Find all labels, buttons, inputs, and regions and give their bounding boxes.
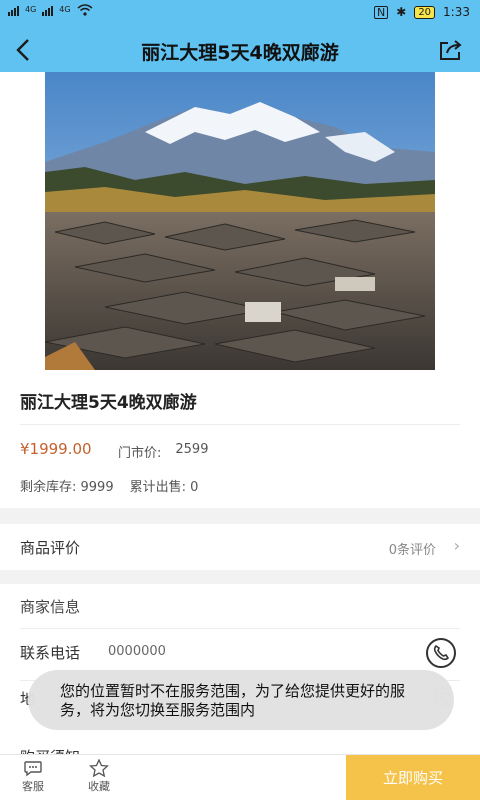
customer-service-label: 客服 [22,780,44,793]
signal-icon [8,4,19,16]
share-icon[interactable] [438,38,464,62]
phone-label: 联系电话 [20,644,81,662]
clock: 1:33 [443,5,470,19]
wifi-icon [77,4,93,16]
star-icon [89,759,109,777]
phone-value: 0000000 [108,644,166,659]
product-info-card: 丽江大理5天4晚双廊游 ¥1999.00 门市价: 2599 剩余库存: 999… [0,370,480,508]
network-type-2: 4G [59,5,71,14]
product-price: ¥1999.00 [20,440,92,458]
product-image [45,72,435,370]
network-type-1: 4G [25,5,37,14]
market-price-label: 门市价: [118,446,162,461]
market-price: 门市价: 2599 [118,442,208,461]
stock-remaining: 剩余库存: 9999 [20,480,114,495]
bottom-bar: 客服 收藏 立即购买 [0,754,480,800]
stock-info: 剩余库存: 9999 累计出售: 0 [20,476,198,495]
customer-service-button[interactable]: 客服 [10,759,56,794]
battery-icon: 20 [414,5,436,19]
chevron-right-icon: › [453,536,460,555]
total-sold: 累计出售: 0 [129,480,199,495]
bluetooth-icon: ✱ [396,5,407,19]
merchant-title: 商家信息 [20,598,81,616]
reviews-count: 0条评价 [388,543,436,558]
location-toast: 您的位置暂时不在服务范围，为了给您提供更好的服务，将为您切换至服务范围内 [28,670,454,730]
signal-icon-2 [42,4,54,16]
favorite-label: 收藏 [88,780,110,793]
divider [20,628,460,629]
market-price-value: 2599 [175,442,209,457]
page-title: 丽江大理5天4晚双廊游 [141,42,339,64]
status-bar: 4G 4G N ✱ 20 1:33 [0,0,480,28]
landscape-illustration [45,72,435,370]
buy-now-button[interactable]: 立即购买 [346,755,480,800]
reviews-label: 商品评价 [20,539,81,557]
nfc-icon: N [374,5,389,19]
hero-section [0,72,480,370]
app-header: 丽江大理5天4晚双廊游 [0,28,480,72]
product-name: 丽江大理5天4晚双廊游 [20,393,197,413]
chat-bubble-icon [24,761,42,777]
favorite-button[interactable]: 收藏 [76,759,122,794]
divider [20,424,460,425]
phone-call-icon[interactable] [426,638,456,668]
back-arrow-icon[interactable] [10,34,42,66]
reviews-row[interactable]: 商品评价 0条评价 › [0,524,480,570]
